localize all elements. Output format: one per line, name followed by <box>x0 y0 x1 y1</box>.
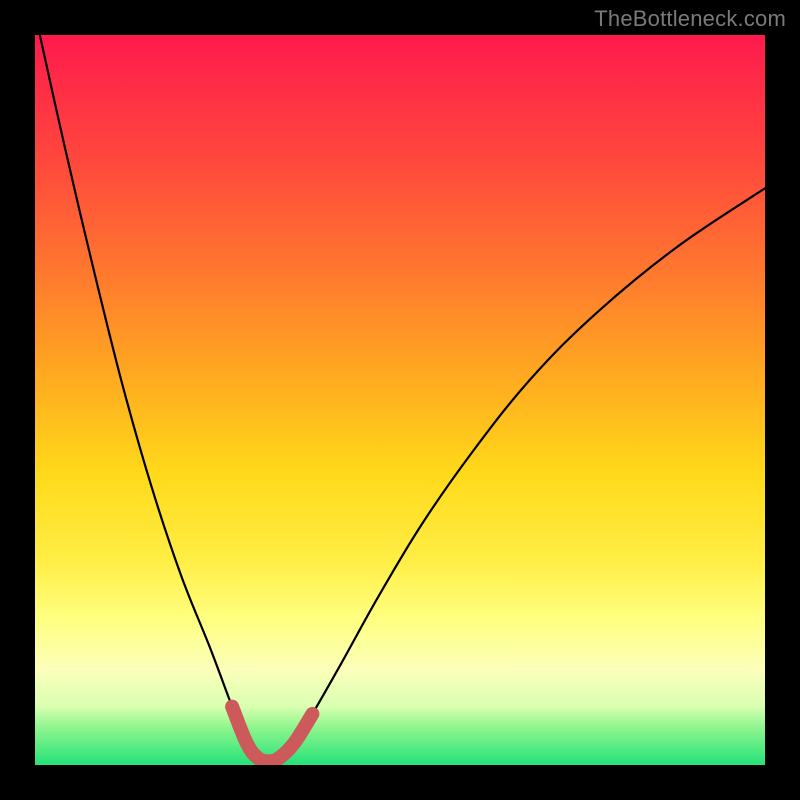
chart-svg <box>35 35 765 765</box>
chart-area <box>35 35 765 765</box>
watermark-text: TheBottleneck.com <box>594 6 786 32</box>
highlight-band <box>232 707 312 762</box>
bottleneck-curve <box>35 35 765 761</box>
